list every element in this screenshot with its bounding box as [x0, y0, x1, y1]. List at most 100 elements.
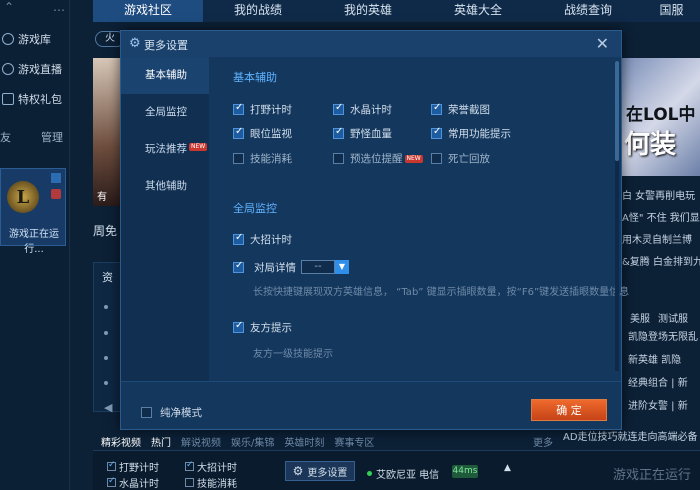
option-ward-monitor[interactable]: 眼位监视: [233, 126, 292, 141]
bullet: [104, 381, 108, 385]
checkbox[interactable]: [233, 102, 244, 115]
list-item[interactable]: 白 女警再削电玩: [622, 186, 700, 208]
right-news-list: 白 女警再削电玩 A怪" 不住 我们显 用木灵自制兰博 &复腾 白金排到九: [622, 186, 700, 274]
checkbox[interactable]: [107, 460, 116, 471]
sidebar-item-live[interactable]: 游戏直播: [0, 54, 69, 84]
more-settings-dialog: ⚙ 更多设置 ✕ 基本辅助 全局监控 玩法推荐NEW 其他辅助 基本辅助 打野计…: [120, 30, 629, 430]
more-settings-button[interactable]: ⚙ 更多设置: [285, 461, 355, 481]
option-label: 常用功能提示: [448, 128, 511, 140]
pure-mode-toggle[interactable]: 纯净模式: [141, 405, 202, 420]
nav-basic-assist[interactable]: 基本辅助: [121, 57, 209, 94]
tab-commentary[interactable]: 解说视频: [181, 434, 221, 449]
nav-global-monitor[interactable]: 全局监控: [121, 94, 209, 131]
chevron-down-icon[interactable]: ▼: [335, 260, 349, 274]
tab-highlights[interactable]: 娱乐/集锦: [231, 434, 274, 449]
close-icon[interactable]: ✕: [596, 34, 609, 53]
tab-us-server[interactable]: 美服: [630, 310, 650, 325]
option-death-replay[interactable]: 死亡回放: [431, 151, 490, 166]
right-banner-image[interactable]: 在LOL中 何装: [622, 58, 700, 176]
speaker-icon[interactable]: ◀: [104, 401, 112, 414]
option-skill-cost[interactable]: 技能消耗: [233, 151, 292, 166]
checkbox[interactable]: [141, 407, 152, 418]
checkbox[interactable]: [233, 320, 244, 333]
banner-title-line1: 在LOL中: [626, 105, 696, 125]
option-monster-hp[interactable]: 野怪血量: [333, 126, 392, 141]
nav-other-assist[interactable]: 其他辅助: [121, 168, 209, 205]
option-honor-screenshot[interactable]: 荣誉截图: [431, 102, 490, 117]
dialog-header[interactable]: ⚙ 更多设置 ✕: [121, 31, 621, 57]
list-item[interactable]: 用木灵自制兰博: [622, 230, 700, 252]
game-menu-icon[interactable]: [51, 173, 61, 183]
option-label: 荣誉截图: [448, 104, 490, 116]
content-tabs: 精彩视频 热门 解说视频 娱乐/集锦 英雄时刻 赛事专区 更多: [93, 434, 563, 449]
tab-hero-encyclopedia[interactable]: 英雄大全: [423, 0, 533, 22]
list-item[interactable]: 凯隐登场无限乱: [622, 326, 700, 349]
option-ally-tips[interactable]: 友方提示: [233, 320, 292, 335]
quick-toggle-crystal-timer[interactable]: 水晶计时: [107, 475, 159, 490]
running-game-card[interactable]: L 游戏正在运行...: [0, 168, 66, 255]
checkbox[interactable]: [233, 260, 244, 273]
sidebar-row-left: 友: [0, 131, 11, 144]
dialog-body: 基本辅助 打野计时 水晶计时 荣誉截图 眼位监视 野怪血量 常用功能提示 技能消…: [209, 57, 629, 381]
bullet: [104, 356, 108, 360]
tab-cn-server[interactable]: 国服: [643, 0, 700, 22]
list-item[interactable]: 新英雄 凯隐: [622, 349, 700, 372]
option-ult-timer[interactable]: 大招计时: [233, 232, 292, 247]
news-headline[interactable]: AD走位技巧就连走向高端必备: [563, 428, 700, 446]
sidebar-item-gift[interactable]: 特权礼包: [0, 84, 69, 114]
more-link[interactable]: 更多: [533, 434, 553, 449]
chevron-up-icon[interactable]: ⌃: [4, 0, 14, 14]
list-item[interactable]: A怪" 不住 我们显: [622, 208, 700, 230]
checkbox[interactable]: [107, 476, 116, 487]
option-jungle-timer[interactable]: 打野计时: [233, 102, 292, 117]
option-crystal-timer[interactable]: 水晶计时: [333, 102, 392, 117]
confirm-button[interactable]: 确 定: [531, 399, 607, 421]
section-title-basic: 基本辅助: [233, 71, 277, 84]
manage-link[interactable]: 管理: [41, 129, 63, 145]
expand-up-icon[interactable]: ▲: [504, 463, 511, 473]
checkbox[interactable]: [431, 126, 442, 139]
tab-community[interactable]: 游戏社区: [93, 0, 203, 22]
checkbox[interactable]: [233, 126, 244, 139]
checkbox[interactable]: [185, 478, 194, 487]
option-preselect-reminder[interactable]: 预选位提醒 NEW: [333, 151, 423, 166]
tab-my-heroes[interactable]: 我的英雄: [313, 0, 423, 22]
checkbox[interactable]: [333, 126, 344, 139]
tab-test-server[interactable]: 测试服: [658, 310, 688, 325]
tab-esports[interactable]: 赛事专区: [334, 434, 374, 449]
option-label: 技能消耗: [250, 153, 292, 165]
quick-toggle-jungle-timer[interactable]: 打野计时: [107, 459, 159, 474]
tab-hero-moments[interactable]: 英雄时刻: [284, 434, 324, 449]
nav-gameplay-recommend[interactable]: 玩法推荐 NEW: [121, 131, 209, 168]
checkbox[interactable]: [333, 153, 344, 164]
list-item[interactable]: 进阶女警 | 新: [622, 395, 700, 418]
checkbox[interactable]: [185, 460, 194, 471]
quick-toggle-ult-timer[interactable]: 大招计时: [185, 459, 237, 474]
option-match-details[interactable]: 对局详情: [233, 260, 296, 275]
list-item[interactable]: &复腾 白金排到九: [622, 252, 700, 274]
option-feature-tips[interactable]: 常用功能提示: [431, 126, 511, 141]
tab-hot[interactable]: 热门: [151, 434, 171, 449]
left-banner-image[interactable]: [93, 58, 123, 206]
power-icon[interactable]: [51, 189, 61, 199]
option-label: 水晶计时: [350, 104, 392, 116]
checkbox[interactable]: [233, 153, 244, 164]
quick-toggle-skill-cost[interactable]: 技能消耗: [185, 475, 237, 490]
checkbox[interactable]: [431, 102, 442, 115]
tab-record-search[interactable]: 战绩查询: [533, 0, 643, 22]
tab-my-records[interactable]: 我的战绩: [203, 0, 313, 22]
checkbox[interactable]: [233, 232, 244, 245]
server-name[interactable]: 艾欧尼亚 电信: [376, 466, 439, 481]
scrollbar-thumb[interactable]: [615, 61, 619, 161]
sidebar-item-library[interactable]: 游戏库: [0, 24, 69, 54]
more-icon[interactable]: …: [53, 0, 65, 14]
tab-videos[interactable]: 精彩视频: [101, 434, 141, 449]
list-item[interactable]: 经典组合 | 新: [622, 372, 700, 395]
section-title-global: 全局监控: [233, 202, 277, 215]
checkbox[interactable]: [333, 102, 344, 115]
checkbox[interactable]: [431, 153, 442, 164]
game-running-status: 游戏正在运行...: [9, 229, 59, 255]
dialog-title: 更多设置: [144, 39, 188, 52]
left-box-heading: 资: [102, 271, 113, 284]
match-details-hotkey-select[interactable]: --: [301, 260, 335, 274]
